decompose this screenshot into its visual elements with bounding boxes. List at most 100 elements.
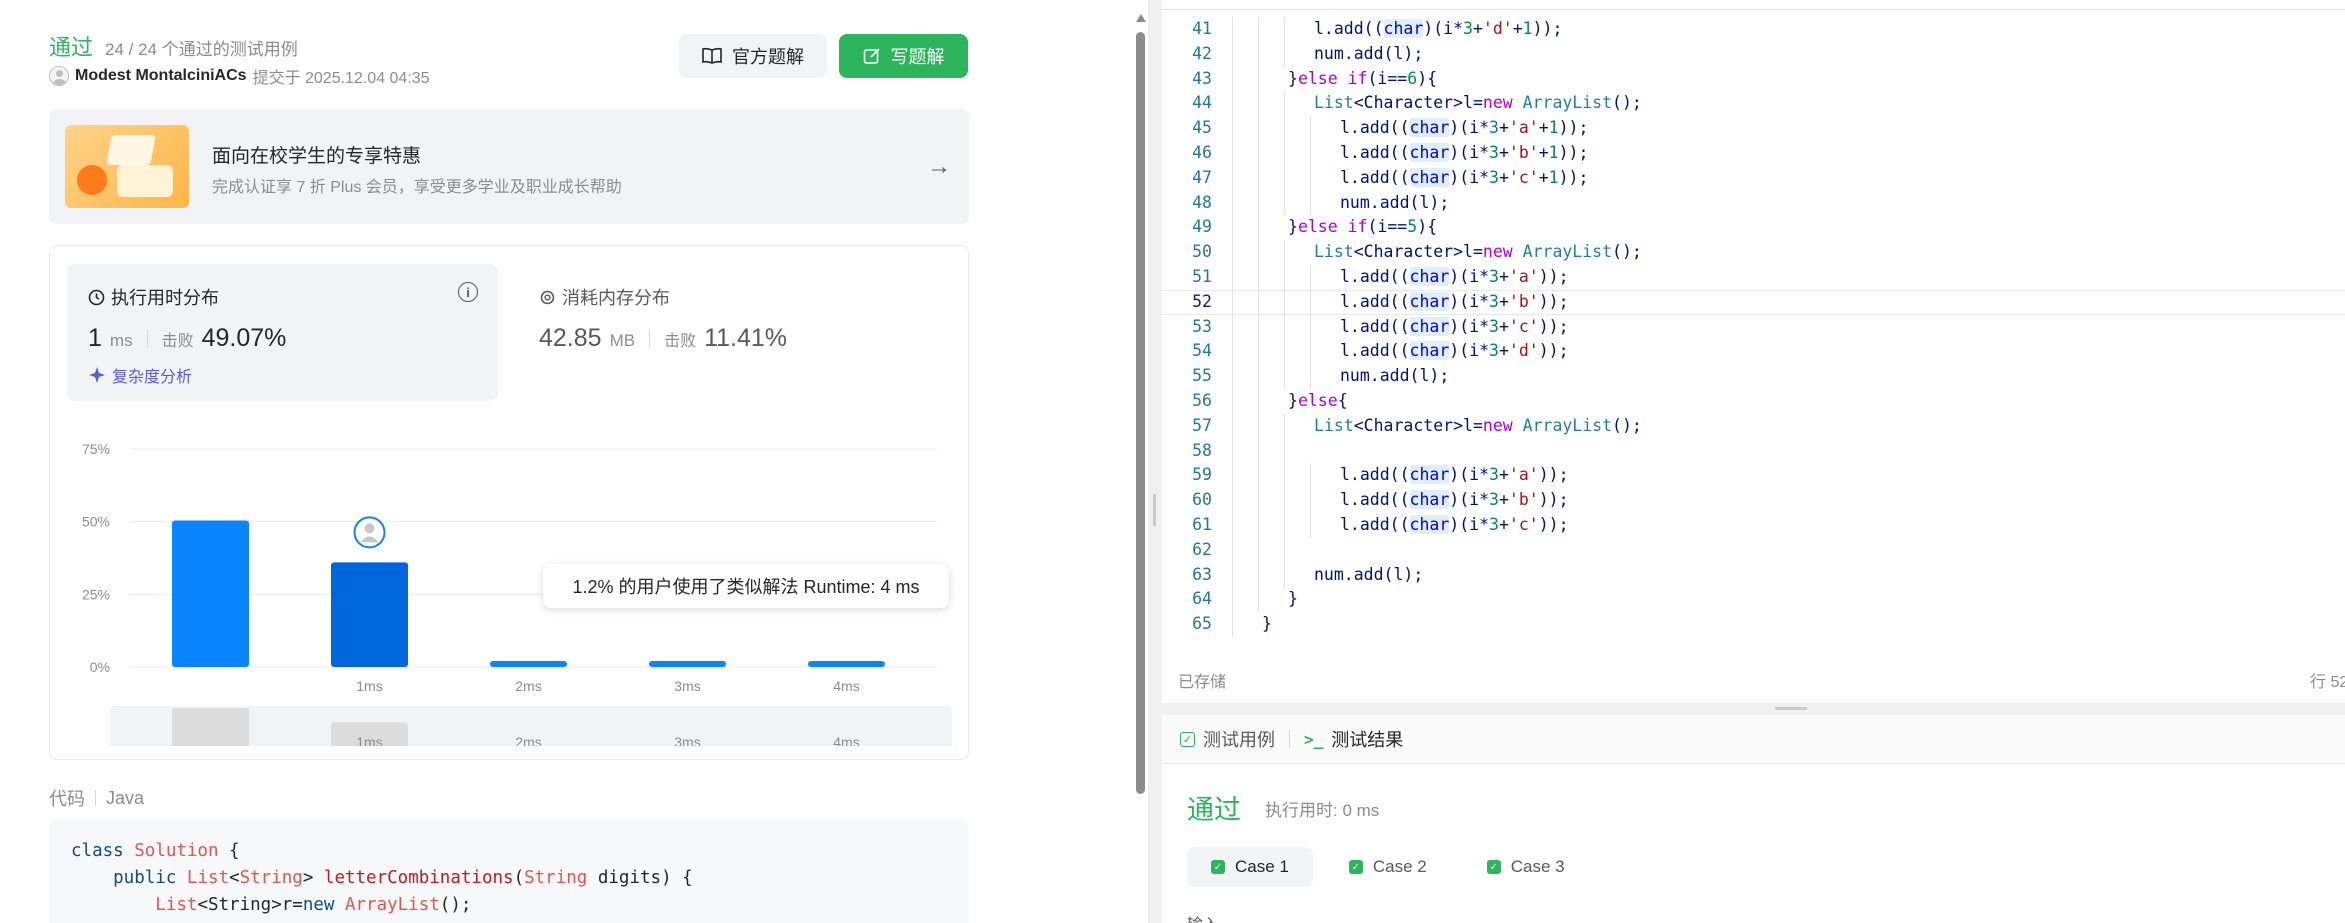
chart-bar xyxy=(331,562,408,667)
indent-guide xyxy=(1258,413,1259,439)
indent-guide xyxy=(1310,463,1311,489)
tab-test-results-label: 测试结果 xyxy=(1331,730,1404,750)
code-line[interactable]: 43}else if(i==6){ xyxy=(1162,66,2345,92)
code-editor[interactable]: 41 l.add((char)(i*3+'d'+1)); 42 num.add(l);… xyxy=(1162,0,2345,703)
code-line[interactable]: 56}else{ xyxy=(1162,388,2345,414)
code-line[interactable]: 52 l.add((char)(i*3+'b')); xyxy=(1162,289,2345,315)
info-icon[interactable]: i xyxy=(458,282,478,302)
runtime-beat-value: 49.07% xyxy=(201,324,287,352)
user-avatar-icon[interactable] xyxy=(49,66,69,86)
author-name[interactable]: Modest MontalciniACs xyxy=(75,67,247,85)
indent-guide xyxy=(1232,165,1233,191)
saved-status: 已存储 xyxy=(1178,674,1227,691)
write-solution-button[interactable]: 写题解 xyxy=(839,34,968,78)
code-line[interactable]: 51 l.add((char)(i*3+'a')); xyxy=(1162,264,2345,290)
submitted-code-block[interactable]: class Solution { public List<String> let… xyxy=(49,820,969,923)
memory-value-row: 42.85 MB 击败 11.41% xyxy=(539,324,787,353)
code-language: Java xyxy=(106,787,145,808)
indent-guide xyxy=(1232,190,1233,216)
indent-guide xyxy=(1284,364,1285,389)
code-token: public xyxy=(71,868,187,888)
indent-guide xyxy=(1284,413,1285,439)
indent-guide xyxy=(1310,190,1311,216)
chart-bar xyxy=(649,661,726,667)
tab-test-results[interactable]: >_ 测试结果 xyxy=(1304,726,1403,752)
overview-tick-label: 3ms xyxy=(674,734,700,746)
case-tab-3[interactable]: ✓ Case 3 xyxy=(1463,847,1589,887)
memory-label-row[interactable]: 消耗内存分布 xyxy=(539,284,670,310)
code-token: letterCombinations xyxy=(323,868,514,888)
code-line-partial[interactable] xyxy=(1162,5,2345,17)
indent-guide xyxy=(1232,339,1233,365)
indent-guide xyxy=(1232,314,1233,340)
line-number: 50 xyxy=(1192,242,1212,262)
code-line[interactable]: 53 l.add((char)(i*3+'c')); xyxy=(1162,314,2345,340)
indent-guide xyxy=(1232,240,1233,265)
runtime-stat-box[interactable]: 执行用时分布 i 1 ms 击败 49.07% 复杂度分析 xyxy=(67,264,498,401)
code-line[interactable]: 41 l.add((char)(i*3+'d'+1)); xyxy=(1162,17,2345,42)
code-line[interactable]: 48 num.add(l); xyxy=(1162,190,2345,216)
code-line[interactable]: 57 List<Character>l=new ArrayList(); xyxy=(1162,413,2345,439)
horizontal-splitter-handle[interactable] xyxy=(1775,707,1807,710)
line-number: 52 xyxy=(1192,291,1212,311)
runtime-value: 1 xyxy=(88,324,102,352)
official-solution-button[interactable]: 官方题解 xyxy=(679,34,827,78)
code-line[interactable]: 54 l.add((char)(i*3+'d')); xyxy=(1162,339,2345,365)
arrow-right-icon[interactable]: → xyxy=(927,153,951,181)
indent-guide xyxy=(1258,41,1259,67)
check-icon: ✓ xyxy=(1348,860,1363,874)
splitter-handle[interactable] xyxy=(1153,494,1156,526)
code-line[interactable]: 61 l.add((char)(i*3+'c')); xyxy=(1162,512,2345,538)
code-text: l.add((char)(i*3+'d'+1)); xyxy=(1314,19,1563,38)
code-token: > xyxy=(302,868,324,888)
overview-tick-label: 4ms xyxy=(833,734,859,746)
case-tab-1[interactable]: ✓ Case 1 xyxy=(1187,847,1313,887)
student-promo-banner[interactable]: 面向在校学生的专享特惠 完成认证享 7 折 Plus 会员，享受更多学业及职业成… xyxy=(49,109,969,224)
code-line[interactable]: 62 xyxy=(1162,537,2345,563)
code-line[interactable]: 63 num.add(l); xyxy=(1162,562,2345,588)
code-line[interactable]: 44 List<Character>l=new ArrayList(); xyxy=(1162,91,2345,117)
complexity-analysis-link[interactable]: 复杂度分析 xyxy=(88,363,192,387)
code-line[interactable]: 64} xyxy=(1162,587,2345,613)
indent-guide xyxy=(1232,612,1233,637)
editor-code-lines[interactable]: 41 l.add((char)(i*3+'d'+1)); 42 num.add(l);… xyxy=(1162,5,2345,637)
line-number: 44 xyxy=(1192,93,1212,113)
code-line[interactable]: 47 l.add((char)(i*3+'c'+1)); xyxy=(1162,165,2345,191)
code-line[interactable]: 46 l.add((char)(i*3+'b'+1)); xyxy=(1162,140,2345,166)
indent-guide xyxy=(1232,290,1233,314)
indent-guide xyxy=(1284,140,1285,166)
case-tab-2[interactable]: ✓ Case 2 xyxy=(1325,847,1451,887)
divider xyxy=(1289,730,1290,748)
code-token: class xyxy=(71,841,135,861)
code-text: l.add((char)(i*3+'b')); xyxy=(1340,291,1569,311)
code-line[interactable]: 55 num.add(l); xyxy=(1162,364,2345,389)
left-scrollbar-thumb[interactable] xyxy=(1136,32,1145,794)
code-line[interactable]: 60 l.add((char)(i*3+'b')); xyxy=(1162,488,2345,513)
vertical-splitter[interactable] xyxy=(1148,0,1162,923)
indent-guide xyxy=(1232,388,1233,414)
code-text: l.add((char)(i*3+'a')); xyxy=(1340,266,1569,286)
indent-guide xyxy=(1258,116,1259,141)
horizontal-splitter[interactable] xyxy=(1162,703,2345,715)
x-tick-label: 3ms xyxy=(674,678,700,694)
chart-bar xyxy=(490,661,567,667)
indent-guide xyxy=(1284,488,1285,513)
write-solution-label: 写题解 xyxy=(890,47,945,67)
code-line[interactable]: 42 num.add(l); xyxy=(1162,41,2345,67)
code-line[interactable]: 65} xyxy=(1162,612,2345,637)
indent-guide xyxy=(1310,264,1311,290)
tab-testcases[interactable]: ✓ 测试用例 xyxy=(1180,726,1275,752)
memory-unit: MB xyxy=(609,331,636,350)
overview-bar xyxy=(172,707,249,746)
code-line[interactable]: 58 xyxy=(1162,438,2345,464)
code-line[interactable]: 50 List<Character>l=new ArrayList(); xyxy=(1162,240,2345,265)
indent-guide xyxy=(1232,438,1233,464)
code-line[interactable]: 45 l.add((char)(i*3+'a'+1)); xyxy=(1162,116,2345,141)
code-line[interactable]: 49}else if(i==5){ xyxy=(1162,215,2345,241)
code-line[interactable]: 59 l.add((char)(i*3+'a')); xyxy=(1162,463,2345,489)
indent-guide xyxy=(1232,537,1233,563)
scroll-up-arrow-icon[interactable] xyxy=(1136,14,1146,22)
indent-guide xyxy=(1232,116,1233,141)
official-solution-label: 官方题解 xyxy=(732,47,804,67)
divider xyxy=(146,329,148,348)
